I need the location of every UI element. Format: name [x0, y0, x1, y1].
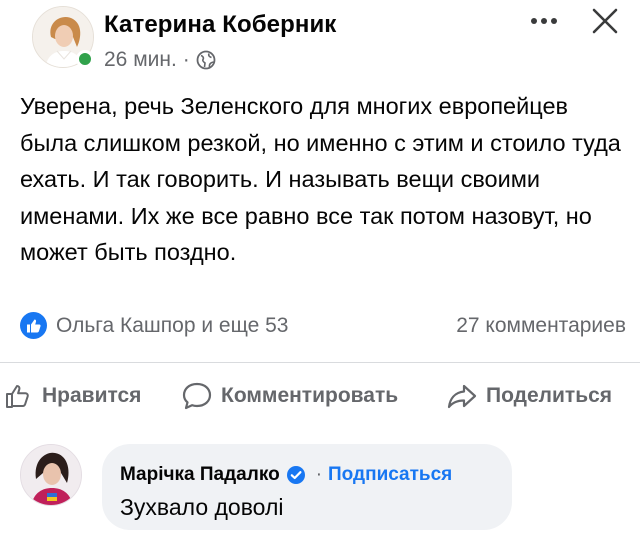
commenter-name[interactable]: Марічка Падалко — [120, 464, 280, 486]
share-button-label: Поделиться — [486, 384, 613, 407]
meta-separator: · — [182, 48, 190, 71]
commenter-row: Марічка Падалко · Подписаться — [120, 464, 452, 486]
comment-separator: · — [315, 464, 323, 485]
post-header: Катерина Коберник 26 мин. · — [0, 0, 640, 80]
divider — [0, 362, 640, 363]
share-icon — [447, 384, 477, 409]
comment-count[interactable]: 27 комментариев — [456, 314, 626, 338]
reaction-summary[interactable]: Ольга Кашпор и еще 53 — [56, 314, 289, 338]
more-options-icon[interactable] — [526, 6, 562, 34]
thumbs-up-icon — [6, 385, 29, 408]
comment-text: Зухвало доволі — [120, 494, 284, 520]
action-bar: Нравится Комментировать Поделиться — [0, 372, 640, 420]
post-text: Уверена, речь Зеленского для многих евро… — [20, 93, 621, 265]
post-time[interactable]: 26 мин. — [104, 48, 177, 72]
like-icon[interactable] — [20, 312, 47, 339]
like-button[interactable]: Нравится — [4, 372, 141, 420]
comment-bubble: Марічка Падалко · Подписаться Зухвало до… — [102, 444, 512, 530]
comment-button[interactable]: Комментировать — [181, 372, 398, 420]
author-name[interactable]: Катерина Коберник — [104, 11, 336, 39]
post-meta: 26 мин. · — [104, 48, 216, 72]
follow-link[interactable]: Подписаться — [328, 464, 452, 486]
comment-icon — [182, 382, 212, 410]
commenter-avatar-image — [21, 445, 81, 505]
like-button-label: Нравится — [42, 384, 142, 407]
commenter-avatar[interactable] — [20, 444, 82, 506]
verified-icon — [286, 466, 305, 484]
comment-button-label: Комментировать — [221, 384, 399, 407]
online-status-dot — [76, 50, 94, 68]
globe-icon[interactable] — [196, 50, 216, 70]
reactions-row: Ольга Кашпор и еще 53 27 комментариев — [20, 310, 626, 342]
author-avatar-wrap[interactable] — [32, 6, 94, 68]
share-button[interactable]: Поделиться — [446, 372, 612, 420]
close-icon[interactable] — [588, 4, 622, 38]
